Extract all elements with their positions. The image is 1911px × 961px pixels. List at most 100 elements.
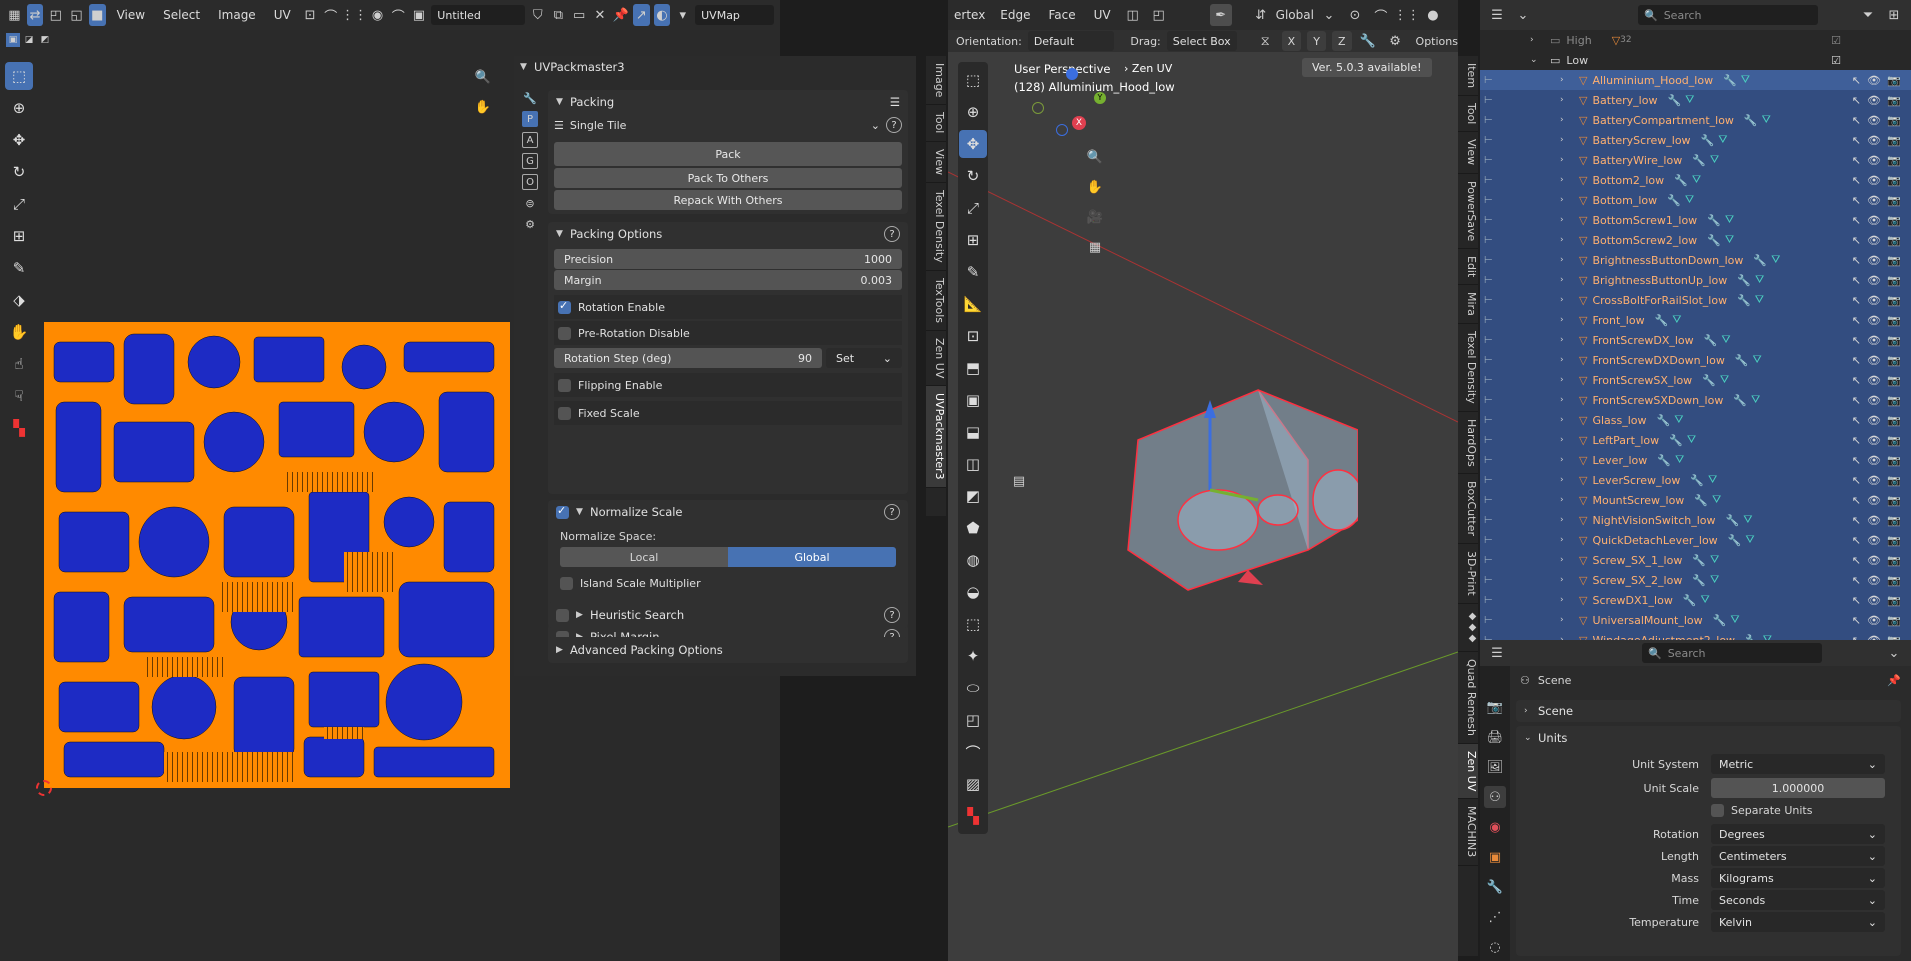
outliner-object-row[interactable]: ⊢ › ▽ MountScrew_low 🔧 ⛛ ↖ 👁 📷 [1480, 490, 1911, 510]
shrink-tool-icon[interactable]: ✦ [959, 642, 987, 670]
editor-type-icon[interactable]: ▦ [6, 4, 23, 26]
packing-options-header[interactable]: ▼ Packing Options ? [548, 222, 908, 246]
select-toggle-icon[interactable]: ↖ [1852, 134, 1861, 147]
filter-icon[interactable]: ⏷ [1857, 4, 1879, 26]
collection-high[interactable]: › ▭ High ▽ 32 ☑ [1480, 30, 1911, 50]
proportional-icon[interactable]: ● [1422, 4, 1444, 26]
visibility-icon[interactable]: 👁 [1867, 354, 1881, 367]
bevel-tool-icon[interactable]: ⬓ [959, 418, 987, 446]
tab-tool[interactable]: Tool [1458, 96, 1478, 133]
select-extend-icon[interactable]: ◪ [22, 33, 36, 47]
select-box-tool-icon[interactable]: ⬚ [5, 62, 33, 90]
help-icon[interactable]: ? [886, 117, 902, 133]
smooth-tool-icon[interactable]: ◒ [959, 578, 987, 606]
list-icon[interactable]: ☰ [890, 95, 900, 109]
chevron-down-icon[interactable]: ⌄ [871, 119, 880, 132]
visibility-icon[interactable]: 👁 [1867, 494, 1881, 507]
image-browse-icon[interactable]: ▣ [411, 4, 428, 26]
visibility-icon[interactable]: 👁 [1867, 154, 1881, 167]
mode-o-icon[interactable]: O [522, 174, 538, 190]
render-toggle-icon[interactable]: 📷 [1887, 614, 1901, 627]
rotation-step-field[interactable]: Rotation Step (deg) 90 [554, 348, 822, 368]
packing-mode-select[interactable]: Single Tile [570, 119, 871, 132]
rotation-enable-checkbox[interactable]: Rotation Enable [554, 295, 902, 319]
mode-a-icon[interactable]: A [522, 132, 538, 148]
visibility-icon[interactable]: 👁 [1867, 194, 1881, 207]
visibility-icon[interactable]: 👁 [1867, 614, 1881, 627]
physics-icon[interactable]: ◌ [1484, 936, 1506, 958]
render-toggle-icon[interactable]: 📷 [1887, 514, 1901, 527]
image-name-field[interactable]: Untitled [431, 5, 526, 25]
tab-texel-density[interactable]: Texel Density [1458, 324, 1478, 412]
render-toggle-icon[interactable]: 📷 [1887, 174, 1901, 187]
island-scale-multiplier-checkbox[interactable]: Island Scale Multiplier [548, 571, 908, 595]
normalize-scale-header[interactable]: ▼Normalize Scale ? [548, 500, 908, 524]
zoom-icon[interactable]: 🔍 [1084, 146, 1106, 168]
render-toggle-icon[interactable]: 📷 [1887, 294, 1901, 307]
mode-g-icon[interactable]: G [522, 153, 538, 169]
advanced-packing-options-panel[interactable]: ▶ Advanced Packing Options [548, 637, 908, 663]
outliner-object-row[interactable]: ⊢ › ▽ Screw_SX_2_low 🔧 ⛛ ↖ 👁 📷 [1480, 570, 1911, 590]
visibility-icon[interactable]: 👁 [1867, 554, 1881, 567]
render-toggle-icon[interactable]: 📷 [1887, 254, 1901, 267]
camera-icon[interactable]: 🎥 [1084, 206, 1106, 228]
fake-user-icon[interactable]: ⛉ [529, 4, 546, 26]
visibility-icon[interactable]: 👁 [1867, 214, 1881, 227]
outliner-object-row[interactable]: ⊢ › ▽ FrontScrewSXDown_low 🔧 ⛛ ↖ 👁 📷 [1480, 390, 1911, 410]
wrench-icon[interactable]: 🔧 [1358, 30, 1379, 52]
settings-icon[interactable]: ⚙ [522, 216, 538, 232]
pack-to-others-button[interactable]: Pack To Others [554, 168, 902, 188]
transform-orientation-icon[interactable]: ⇵ [1250, 4, 1272, 26]
select-toggle-icon[interactable]: ↖ [1852, 194, 1861, 207]
render-toggle-icon[interactable]: 📷 [1887, 454, 1901, 467]
outliner-object-row[interactable]: ⊢ › ▽ Front_low 🔧 ⛛ ↖ 👁 📷 [1480, 310, 1911, 330]
loopcut-tool-icon[interactable]: ◫ [959, 450, 987, 478]
move-tool-icon[interactable]: ✥ [959, 130, 987, 158]
visibility-icon[interactable]: 👁 [1867, 374, 1881, 387]
tab-texel-density[interactable]: Texel Density [926, 183, 946, 271]
wrench-icon[interactable]: 🔧 [522, 90, 538, 106]
visibility-icon[interactable]: 👁 [1867, 514, 1881, 527]
outliner-object-row[interactable]: ⊢ › ▽ ScrewDX1_low 🔧 ⛛ ↖ 👁 📷 [1480, 590, 1911, 610]
select-toggle-icon[interactable]: ↖ [1852, 514, 1861, 527]
render-toggle-icon[interactable]: 📷 [1887, 494, 1901, 507]
update-notice[interactable]: Ver. 5.0.3 available! [1302, 58, 1432, 77]
visibility-icon[interactable]: 👁 [1867, 94, 1881, 107]
select-toggle-icon[interactable]: ↖ [1852, 414, 1861, 427]
menu-select[interactable]: Select [156, 8, 207, 22]
sidebar-toggle-icon[interactable]: ▤ [1008, 470, 1030, 492]
output-icon[interactable]: 🖨 [1484, 726, 1506, 748]
menu-view[interactable]: View [110, 8, 152, 22]
flipping-enable-checkbox[interactable]: Flipping Enable [554, 373, 902, 397]
tab-image[interactable]: Image [926, 56, 946, 106]
visibility-icon[interactable]: 👁 [1867, 234, 1881, 247]
vertex-mode-icon[interactable]: ◰ [47, 4, 64, 26]
select-toggle-icon[interactable]: ↖ [1852, 94, 1861, 107]
select-new-icon[interactable]: ▣ [6, 33, 20, 47]
pan-icon[interactable]: ✋ [1084, 176, 1106, 198]
select-toggle-icon[interactable]: ↖ [1852, 314, 1861, 327]
pin-icon[interactable]: 📌 [612, 4, 629, 26]
select-tool-icon[interactable]: ⬚ [959, 66, 987, 94]
render-toggle-icon[interactable]: 📷 [1887, 274, 1901, 287]
view-layer-icon[interactable]: 🖼 [1484, 756, 1506, 778]
render-toggle-icon[interactable]: 📷 [1887, 394, 1901, 407]
outliner-object-row[interactable]: ⊢ › ▽ BrightnessButtonDown_low 🔧 ⛛ ↖ 👁 📷 [1480, 250, 1911, 270]
open-image-icon[interactable]: ▭ [571, 4, 588, 26]
select-toggle-icon[interactable]: ↖ [1852, 114, 1861, 127]
normalize-local-button[interactable]: Local [560, 547, 728, 567]
visibility-icon[interactable]: 👁 [1867, 294, 1881, 307]
select-toggle-icon[interactable]: ↖ [1852, 174, 1861, 187]
outliner-object-row[interactable]: ⊢ › ▽ QuickDetachLever_low 🔧 ⛛ ↖ 👁 📷 [1480, 530, 1911, 550]
select-toggle-icon[interactable]: ↖ [1852, 374, 1861, 387]
display-mode-icon[interactable]: ⌄ [1512, 4, 1534, 26]
move-tool-icon[interactable]: ✥ [5, 126, 33, 154]
render-toggle-icon[interactable]: 📷 [1887, 474, 1901, 487]
outliner-object-row[interactable]: ⊢ › ▽ WindageAdjustment2_low 🔧 ⛛ ↖ 👁 📷 [1480, 630, 1911, 640]
visibility-icon[interactable]: 👁 [1867, 134, 1881, 147]
visibility-icon[interactable]: 👁 [1867, 454, 1881, 467]
axis-y-toggle[interactable]: Y [1307, 31, 1326, 51]
outliner-object-row[interactable]: ⊢ › ▽ BottomScrew2_low 🔧 ⛛ ↖ 👁 📷 [1480, 230, 1911, 250]
axis-z-toggle[interactable]: Z [1331, 31, 1352, 51]
tab-quad-remesh[interactable]: Quad Remesh [1458, 652, 1478, 745]
